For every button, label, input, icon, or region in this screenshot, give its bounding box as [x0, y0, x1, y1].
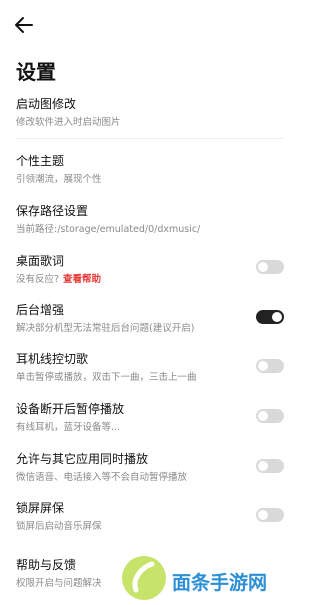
arrow-left-icon [15, 17, 33, 33]
setting-pause-on-disconnect[interactable]: 设备断开后暂停播放 有线耳机，蓝牙设备等... [16, 400, 286, 440]
setting-title: 后台增强 [16, 303, 65, 317]
setting-subtitle: 锁屏后启动音乐屏保 [16, 521, 102, 532]
setting-subtitle: 权限开启与问题解决 [16, 578, 102, 589]
setting-theme[interactable]: 个性主题 引领潮流，展现个性 [16, 152, 286, 192]
setting-subtitle: 引领潮流，展现个性 [16, 174, 102, 185]
page-title: 设置 [16, 60, 56, 84]
toggle-knob [258, 262, 268, 272]
setting-headset-control[interactable]: 耳机线控切歌 单击暂停或播放，双击下一曲，三击上一曲 [16, 350, 286, 390]
divider [16, 138, 284, 139]
toggle-knob [258, 361, 268, 371]
lockscreen-toggle[interactable] [256, 508, 284, 522]
back-button[interactable] [12, 13, 36, 37]
watermark: 面条手游网 [118, 550, 300, 605]
setting-subtitle: 微信语音、电话接入等不会自动暂停播放 [16, 472, 188, 483]
setting-subtitle: 没有反应? 查看帮助 [16, 271, 101, 285]
setting-desktop-lyrics[interactable]: 桌面歌词 没有反应? 查看帮助 [16, 252, 286, 292]
allow-concurrent-toggle[interactable] [256, 459, 284, 473]
setting-title: 设备断开后暂停播放 [16, 402, 125, 416]
toggle-knob [258, 411, 268, 421]
view-help-link[interactable]: 查看帮助 [63, 274, 101, 285]
setting-title: 锁屏屏保 [16, 501, 65, 515]
setting-subtitle: 修改软件进入时启动图片 [16, 117, 121, 128]
setting-title: 保存路径设置 [16, 204, 89, 218]
setting-title: 耳机线控切歌 [16, 352, 89, 366]
setting-title: 启动图修改 [16, 97, 77, 111]
top-bar [0, 0, 300, 50]
setting-title: 个性主题 [16, 154, 65, 168]
setting-title: 帮助与反馈 [16, 558, 77, 572]
desktop-lyrics-toggle[interactable] [256, 260, 284, 274]
background-boost-toggle[interactable] [256, 310, 284, 324]
setting-allow-concurrent[interactable]: 允许与其它应用同时播放 微信语音、电话接入等不会自动暂停播放 [16, 450, 286, 490]
setting-subtitle: 当前路径:/storage/emulated/0/dxmusic/ [16, 224, 201, 235]
setting-save-path[interactable]: 保存路径设置 当前路径:/storage/emulated/0/dxmusic/ [16, 202, 286, 242]
setting-subtitle: 有线耳机，蓝牙设备等... [16, 422, 121, 433]
setting-title: 允许与其它应用同时播放 [16, 452, 149, 466]
setting-title: 桌面歌词 [16, 254, 65, 268]
watermark-text: 面条手游网 [172, 572, 268, 594]
setting-startup-image[interactable]: 启动图修改 修改软件进入时启动图片 [16, 95, 286, 135]
toggle-knob [258, 510, 268, 520]
toggle-knob [258, 461, 268, 471]
setting-background-boost[interactable]: 后台增强 解决部分机型无法常驻后台问题(建议开启) [16, 301, 286, 341]
setting-subtitle: 单击暂停或播放，双击下一曲，三击上一曲 [16, 372, 197, 383]
setting-subtitle-text: 没有反应? [16, 274, 60, 285]
setting-subtitle: 解决部分机型无法常驻后台问题(建议开启) [16, 323, 195, 334]
toggle-knob [272, 312, 282, 322]
watermark-logo-icon [122, 556, 166, 600]
headset-control-toggle[interactable] [256, 359, 284, 373]
pause-on-disconnect-toggle[interactable] [256, 409, 284, 423]
setting-lockscreen[interactable]: 锁屏屏保 锁屏后启动音乐屏保 [16, 499, 286, 539]
